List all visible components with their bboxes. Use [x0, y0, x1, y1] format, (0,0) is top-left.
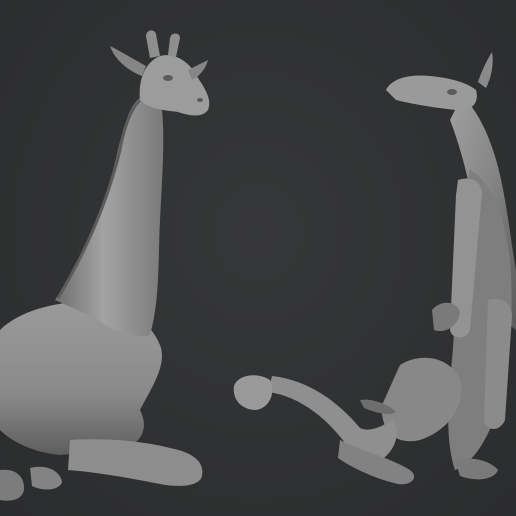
- sculpt-canvas[interactable]: [0, 0, 516, 516]
- giraffe-left-ossicone-2: [168, 33, 180, 57]
- giraffe-left-ossicone-1: [146, 30, 160, 58]
- giraffe-left-neck: [55, 98, 164, 337]
- giraffe-left-ear-left: [110, 46, 146, 76]
- giraffe-right-lower-hoof: [455, 458, 498, 480]
- giraffe-left-knee: [30, 466, 62, 490]
- giraffe-left-ear-right: [188, 60, 208, 80]
- giraffe-model-left[interactable]: [0, 30, 210, 501]
- giraffe-left-eye: [163, 75, 173, 81]
- giraffe-right-eye: [447, 89, 457, 95]
- giraffe-left-front-leg: [68, 439, 203, 486]
- giraffe-right-head: [386, 75, 477, 111]
- sculpt-viewport[interactable]: [0, 0, 516, 516]
- giraffe-left-hoof: [0, 469, 25, 501]
- giraffe-right-hind-hoof: [233, 375, 273, 410]
- giraffe-left-nostril: [197, 98, 203, 102]
- giraffe-right-foreleg-lower: [484, 298, 512, 429]
- giraffe-right-ear: [478, 52, 493, 88]
- giraffe-left-head: [139, 55, 210, 116]
- giraffe-model-right[interactable]: [233, 52, 516, 485]
- giraffe-right-hind-leg: [268, 376, 397, 463]
